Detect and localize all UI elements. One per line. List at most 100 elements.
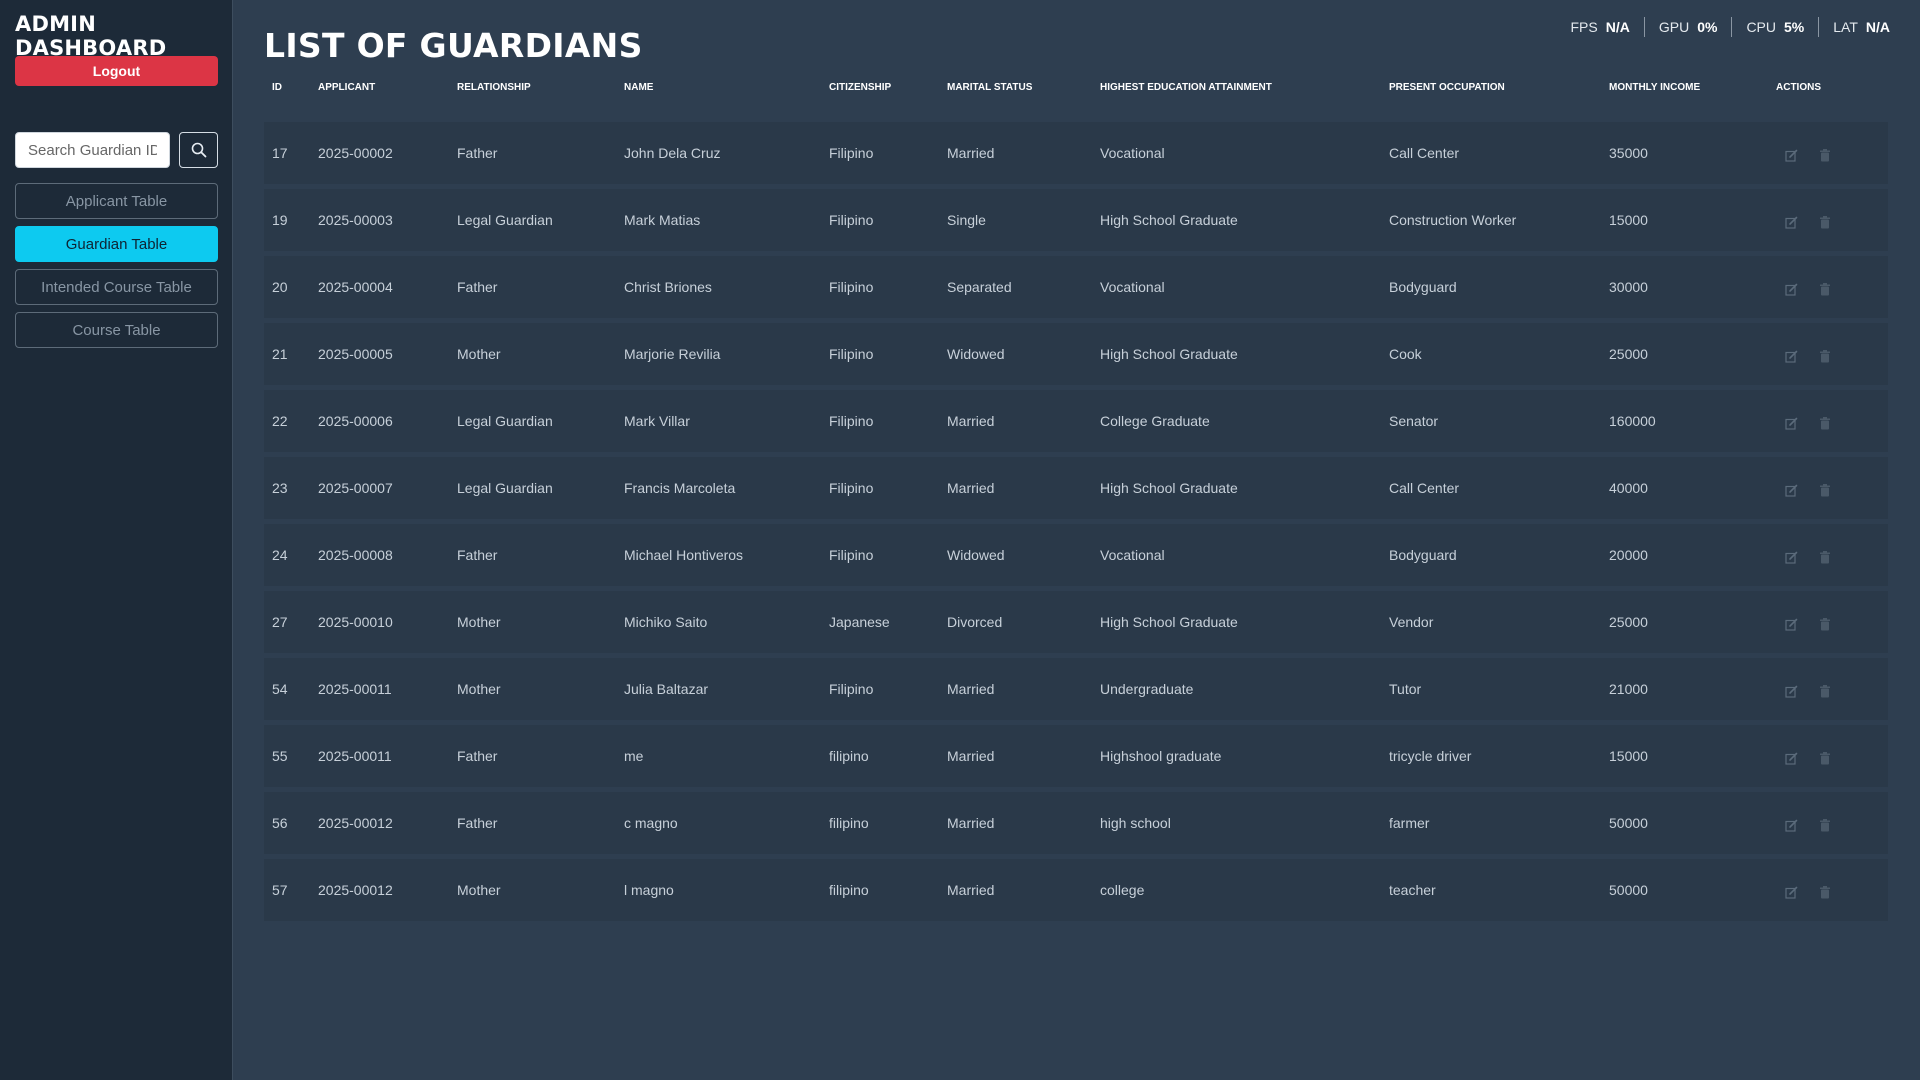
cell-applicant: 2025-00006 [318,413,393,429]
column-header-occupation: PRESENT OCCUPATION [1389,82,1505,93]
cell-monthly-income: 21000 [1609,681,1648,697]
cell-id: 21 [272,346,288,362]
trash-icon[interactable] [1818,282,1832,296]
intended-course-table-button[interactable]: Intended Course Table [15,269,218,305]
trash-icon[interactable] [1818,550,1832,564]
table-row: 21 2025-00005 Mother Marjorie Revilia Filipi… [264,323,1888,385]
cpu-label: CPU [1746,19,1776,35]
cell-monthly-income: 40000 [1609,480,1648,496]
course-table-button[interactable]: Course Table [15,312,218,348]
edit-icon[interactable] [1784,751,1798,765]
cell-id: 56 [272,815,288,831]
cell-name: Mark Matias [624,212,701,228]
cell-applicant: 2025-00010 [318,614,393,630]
edit-icon[interactable] [1784,148,1798,162]
cell-applicant: 2025-00012 [318,882,393,898]
trash-icon[interactable] [1818,684,1832,698]
trash-icon[interactable] [1818,885,1832,899]
cell-monthly-income: 15000 [1609,212,1648,228]
lat-value: N/A [1865,19,1890,35]
cell-education: High School Graduate [1100,346,1238,362]
fps-value: N/A [1605,19,1630,35]
lat-stat: LAT N/A [1818,17,1904,37]
cell-id: 20 [272,279,288,295]
cell-relationship: Father [457,748,498,764]
table-row: 54 2025-00011 Mother Julia Baltazar Filipino… [264,658,1888,720]
cell-citizenship: filipino [829,748,869,764]
cell-occupation: Senator [1389,413,1439,429]
cell-occupation: Bodyguard [1389,547,1457,563]
table-row: 20 2025-00004 Father Christ Briones Filipino… [264,256,1888,318]
table-row: 19 2025-00003 Legal Guardian Mark Matias Fil… [264,189,1888,251]
cell-marital-status: Separated [947,279,1012,295]
cell-id: 54 [272,681,288,697]
cell-education: Undergraduate [1100,681,1194,697]
cell-id: 17 [272,145,288,161]
trash-icon[interactable] [1818,416,1832,430]
cell-citizenship: Filipino [829,547,874,563]
trash-icon[interactable] [1818,215,1832,229]
cell-occupation: teacher [1389,882,1436,898]
cell-monthly-income: 25000 [1609,346,1648,362]
cell-id: 19 [272,212,288,228]
cell-occupation: Call Center [1389,480,1460,496]
trash-icon[interactable] [1818,751,1832,765]
trash-icon[interactable] [1818,483,1832,497]
guardian-table-body: 17 2025-00002 Father John Dela Cruz Filipino… [264,122,1888,926]
table-row: 27 2025-00010 Mother Michiko Saito Japanese D… [264,591,1888,653]
cell-relationship: Father [457,145,498,161]
search-guardian-input[interactable] [15,132,170,168]
search-button[interactable] [179,132,218,168]
applicant-table-button[interactable]: Applicant Table [15,183,218,219]
edit-icon[interactable] [1784,684,1798,698]
table-row: 17 2025-00002 Father John Dela Cruz Filipino… [264,122,1888,184]
cell-monthly-income: 30000 [1609,279,1648,295]
edit-icon[interactable] [1784,885,1798,899]
column-header-citizenship: CITIZENSHIP [829,82,892,93]
trash-icon[interactable] [1818,148,1832,162]
cell-education: college [1100,882,1145,898]
logout-button[interactable]: Logout [15,56,218,86]
trash-icon[interactable] [1818,818,1832,832]
cell-name: John Dela Cruz [624,145,721,161]
lat-label: LAT [1833,19,1858,35]
edit-icon[interactable] [1784,550,1798,564]
cell-relationship: Mother [457,614,501,630]
table-row: 22 2025-00006 Legal Guardian Mark Villar Fil… [264,390,1888,452]
cell-marital-status: Married [947,145,995,161]
edit-icon[interactable] [1784,818,1798,832]
trash-icon[interactable] [1818,617,1832,631]
edit-icon[interactable] [1784,483,1798,497]
cell-name: Michiko Saito [624,614,708,630]
cell-id: 27 [272,614,288,630]
edit-icon[interactable] [1784,349,1798,363]
cell-id: 23 [272,480,288,496]
column-header-applicant: APPLICANT [318,82,376,93]
column-header-monthly-income: MONTHLY INCOME [1609,82,1701,93]
gpu-stat: GPU 0% [1643,17,1732,37]
column-header-actions: ACTIONS [1776,82,1821,93]
guardian-table-button[interactable]: Guardian Table [15,226,218,262]
cell-id: 22 [272,413,288,429]
edit-icon[interactable] [1784,416,1798,430]
edit-icon[interactable] [1784,617,1798,631]
trash-icon[interactable] [1818,349,1832,363]
edit-icon[interactable] [1784,282,1798,296]
cell-occupation: Vendor [1389,614,1434,630]
cell-citizenship: Filipino [829,480,874,496]
cell-marital-status: Married [947,681,995,697]
column-header-name: NAME [624,82,654,93]
cell-name: Mark Villar [624,413,690,429]
cell-education: Vocational [1100,547,1165,563]
cell-education: Highshool graduate [1100,748,1222,764]
cell-occupation: Tutor [1389,681,1422,697]
cell-marital-status: Married [947,882,995,898]
cell-education: College Graduate [1100,413,1210,429]
cell-name: Francis Marcoleta [624,480,736,496]
cell-occupation: Bodyguard [1389,279,1457,295]
column-header-relationship: RELATIONSHIP [457,82,531,93]
edit-icon[interactable] [1784,215,1798,229]
cell-citizenship: filipino [829,815,869,831]
cell-monthly-income: 50000 [1609,882,1648,898]
cell-name: l magno [624,882,674,898]
